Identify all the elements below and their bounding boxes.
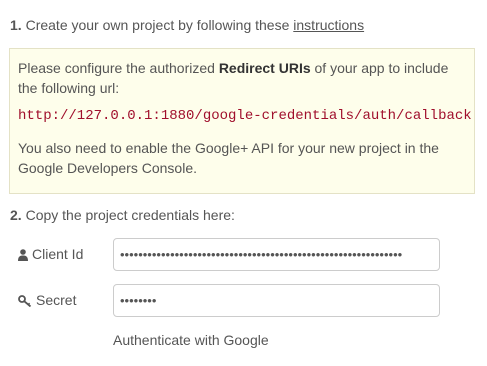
redirect-info-box: Please configure the authorized Redirect… (9, 48, 475, 194)
client-id-input[interactable] (113, 238, 440, 271)
client-id-label-text: Client Id (32, 246, 84, 262)
step-2-instruction: 2. Copy the project credentials here: (10, 207, 235, 224)
secret-label: Secret (18, 292, 76, 309)
step-1-text: Create your own project by following the… (25, 17, 290, 33)
authenticate-google-button[interactable]: Authenticate with Google (113, 332, 269, 349)
secret-input[interactable] (113, 284, 440, 317)
key-icon (18, 294, 32, 307)
secret-label-text: Secret (36, 292, 77, 308)
client-id-label: Client Id (18, 246, 83, 263)
redirect-info-text: Please configure the authorized Redirect… (18, 58, 470, 98)
instructions-link[interactable]: instructions (293, 17, 364, 33)
redirect-info-prefix: Please configure the authorized (18, 60, 215, 76)
step-2-number: 2. (10, 207, 22, 223)
step-1-instruction: 1. Create your own project by following … (10, 17, 364, 34)
user-icon (18, 248, 28, 261)
step-1-number: 1. (10, 17, 22, 33)
step-2-text: Copy the project credentials here: (25, 207, 235, 223)
redirect-url: http://127.0.0.1:1880/google-credentials… (18, 108, 472, 124)
google-api-note: You also need to enable the Google+ API … (18, 140, 439, 176)
redirect-uris-label: Redirect URIs (218, 60, 311, 76)
